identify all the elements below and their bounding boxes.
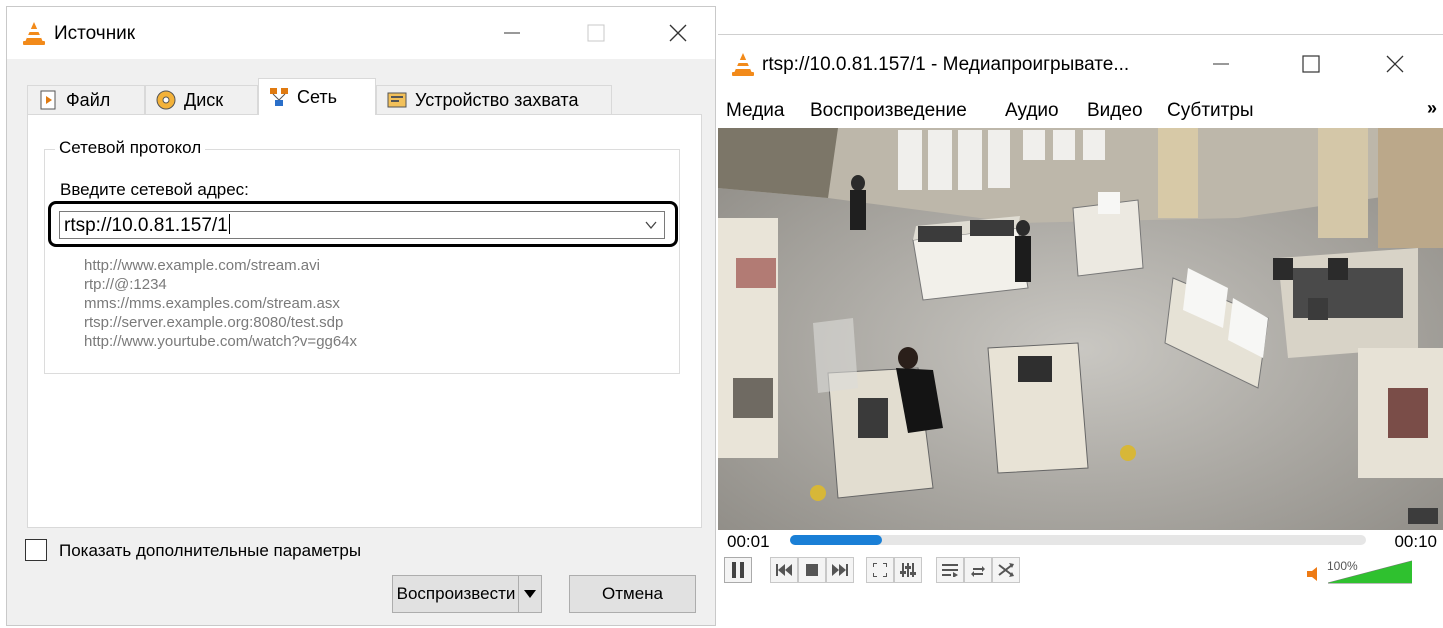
play-button[interactable]: Воспроизвести (392, 575, 542, 613)
dialog-title: Источник (54, 23, 136, 44)
close-icon (669, 24, 687, 42)
volume-slider[interactable] (1328, 560, 1412, 584)
close-button[interactable] (655, 13, 701, 53)
capture-device-icon (387, 92, 407, 108)
example-line: http://www.yourtube.com/watch?v=gg64x (84, 333, 358, 350)
example-line: mms://mms.examples.com/stream.asx (84, 295, 340, 312)
close-button[interactable] (1372, 44, 1418, 84)
elapsed-time: 00:01 (727, 532, 770, 551)
address-label: Введите сетевой адрес: (60, 180, 249, 199)
pause-button[interactable] (724, 557, 752, 583)
loop-button[interactable] (964, 557, 992, 583)
loop-icon (971, 566, 985, 577)
cancel-button[interactable]: Отмена (569, 575, 696, 613)
example-line: http://www.example.com/stream.avi (84, 257, 320, 274)
fullscreen-button[interactable] (866, 557, 894, 583)
show-more-options-label[interactable]: Показать дополнительные параметры (59, 541, 361, 561)
shuffle-icon (998, 563, 1014, 577)
next-button[interactable] (826, 557, 854, 583)
menu-subtitles[interactable]: Субтитры (1167, 100, 1254, 122)
example-line: rtp://@:1234 (84, 276, 167, 293)
minimize-button[interactable] (1198, 44, 1244, 84)
extended-settings-button[interactable] (894, 557, 922, 583)
dialog-titlebar: Источник (7, 7, 715, 59)
cancel-button-label: Отмена (602, 584, 663, 603)
equalizer-icon (900, 563, 916, 577)
shuffle-button[interactable] (992, 557, 1020, 583)
address-text: rtsp://10.0.81.157/1 (64, 215, 228, 236)
cctv-store-image (718, 128, 1443, 530)
group-title: Сетевой протокол (55, 138, 206, 158)
address-examples: http://www.example.com/stream.avi rtp://… (84, 256, 357, 351)
text-caret (228, 214, 230, 234)
tab-disc-label: Диск (184, 89, 224, 110)
tab-network[interactable]: Сеть (258, 78, 376, 115)
video-frame[interactable] (718, 128, 1443, 530)
address-highlight: rtsp://10.0.81.157/1 (48, 201, 678, 247)
address-value: rtsp://10.0.81.157/1 (64, 214, 230, 237)
maximize-button (573, 13, 619, 53)
minimize-icon (504, 32, 520, 34)
tab-file[interactable]: Файл (27, 85, 145, 114)
play-button-label: Воспроизвести (396, 584, 516, 603)
window-border (718, 34, 1443, 35)
skip-forward-icon (832, 564, 848, 576)
player-title: rtsp://10.0.81.157/1 - Медиапроигрывате.… (762, 54, 1130, 75)
menu-playback[interactable]: Воспроизведение (810, 100, 967, 122)
maximize-icon (1302, 55, 1320, 73)
tab-file-label: Файл (66, 89, 111, 110)
seek-progress (790, 535, 883, 545)
fullscreen-icon (873, 563, 887, 577)
disc-icon (156, 90, 176, 110)
network-panel: Сетевой протокол Введите сетевой адрес: … (27, 114, 702, 528)
maximize-button[interactable] (1288, 44, 1334, 84)
pause-icon (732, 562, 744, 578)
chevron-down-icon[interactable] (644, 218, 658, 232)
menu-media[interactable]: Медиа (726, 100, 784, 122)
file-icon (40, 90, 56, 110)
stop-button[interactable] (798, 557, 826, 583)
menu-bar: Медиа Воспроизведение Аудио Видео Субтит… (718, 96, 1443, 128)
menu-more-button[interactable]: » (1427, 98, 1437, 119)
play-options-dropdown[interactable] (518, 576, 541, 612)
show-more-options-checkbox[interactable] (25, 539, 47, 561)
total-time: 00:10 (1394, 532, 1437, 551)
playlist-button[interactable] (936, 557, 964, 583)
speaker-icon[interactable] (1307, 567, 1323, 581)
minimize-icon (1213, 63, 1229, 65)
playlist-icon (942, 564, 958, 577)
close-icon (1386, 55, 1404, 73)
tab-disc[interactable]: Диск (145, 85, 258, 114)
example-line: rtsp://server.example.org:8080/test.sdp (84, 314, 344, 331)
tab-network-label: Сеть (297, 86, 338, 107)
minimize-button[interactable] (489, 13, 535, 53)
tab-capture-device[interactable]: Устройство захвата (376, 85, 612, 114)
vlc-cone-icon (732, 53, 754, 76)
maximize-icon (587, 24, 605, 42)
open-media-dialog: Источник Файл Диск Сеть Устройство захва… (6, 6, 716, 626)
stop-icon (806, 564, 818, 576)
previous-button[interactable] (770, 557, 798, 583)
skip-back-icon (776, 564, 792, 576)
vlc-cone-icon (23, 22, 45, 45)
network-icon (270, 88, 288, 106)
network-address-input[interactable]: rtsp://10.0.81.157/1 (59, 211, 665, 239)
seek-bar[interactable] (790, 535, 1366, 545)
menu-video[interactable]: Видео (1087, 100, 1143, 122)
tab-capture-device-label: Устройство захвата (415, 89, 579, 110)
menu-audio[interactable]: Аудио (1005, 100, 1059, 122)
caret-down-icon (524, 590, 536, 598)
media-player-window: rtsp://10.0.81.157/1 - Медиапроигрывате.… (718, 34, 1443, 594)
